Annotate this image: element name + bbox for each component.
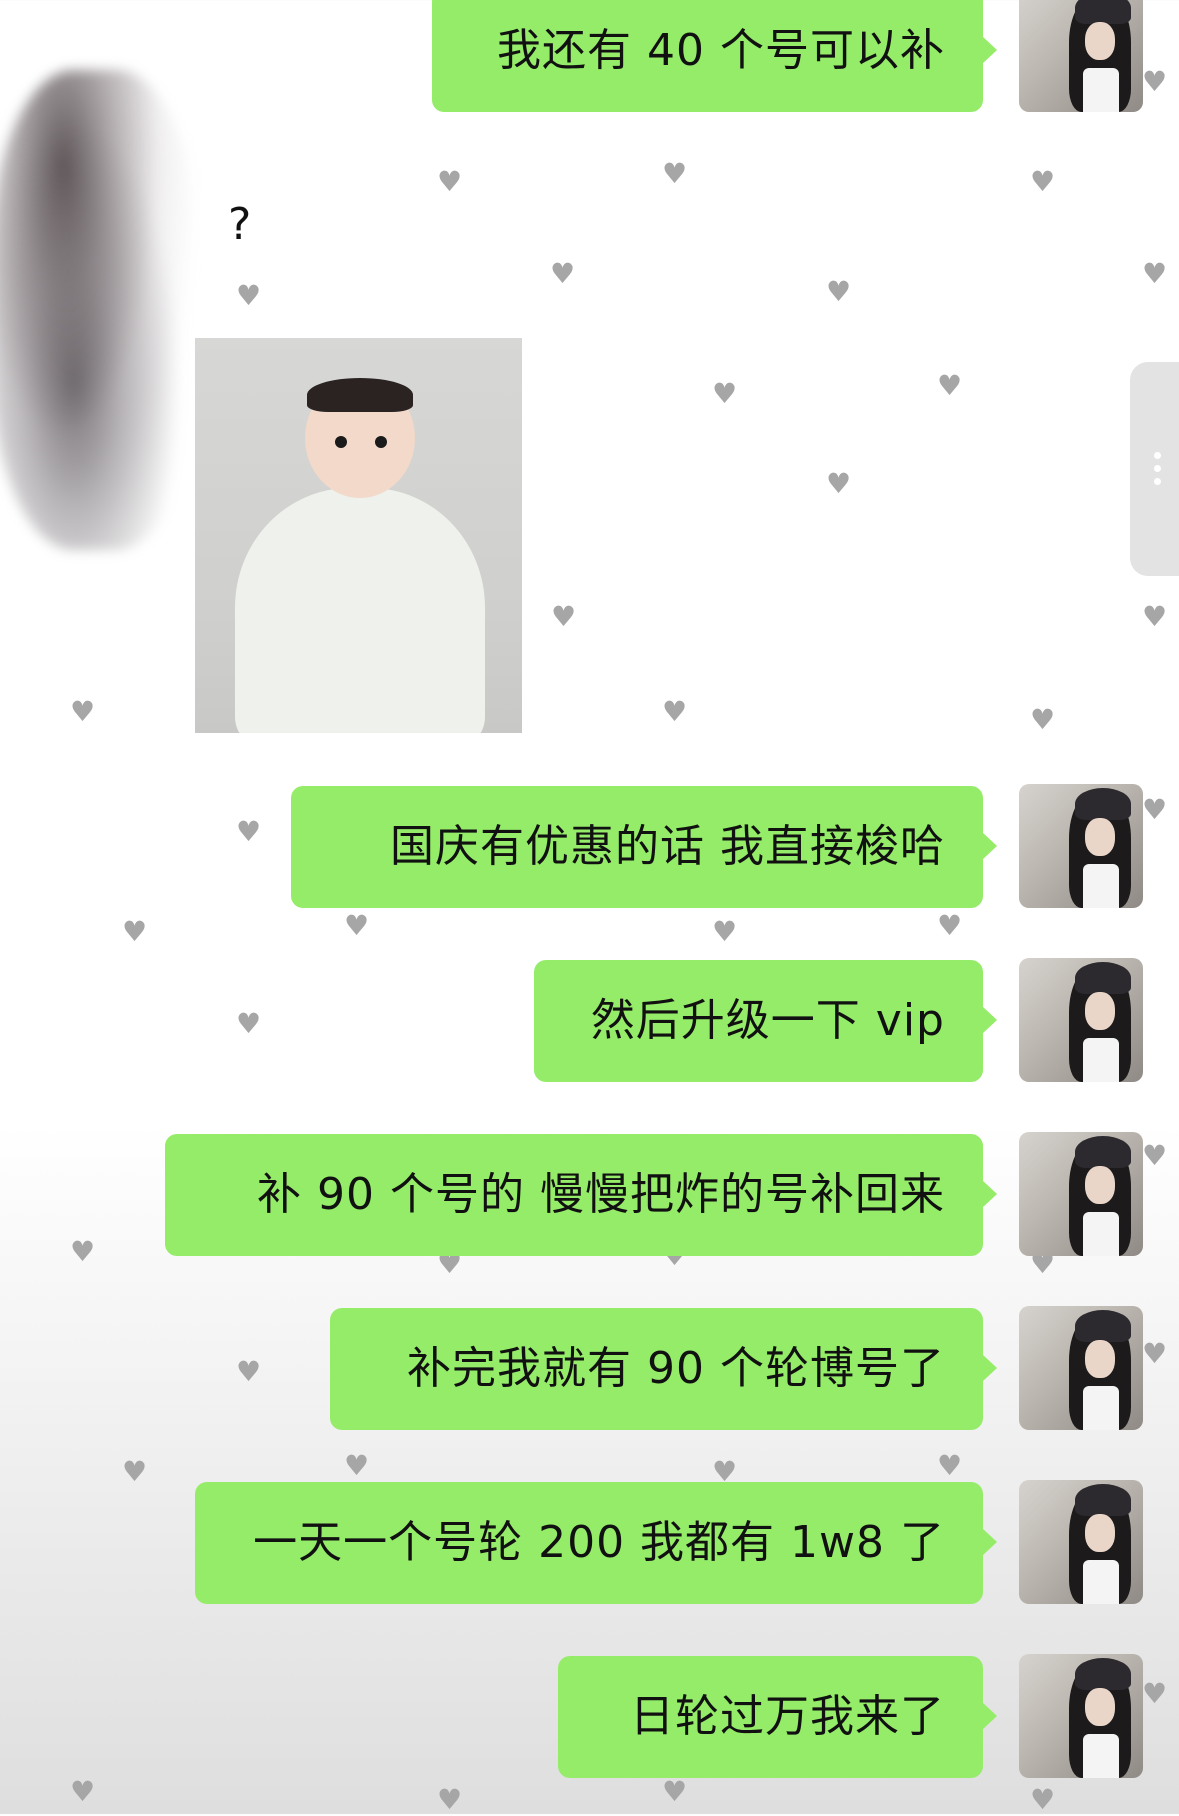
self-avatar[interactable]: [1019, 0, 1143, 112]
more-dots-icon: [1154, 465, 1161, 472]
avatar-face: [1085, 818, 1115, 856]
sticker-baby-body: [235, 488, 485, 733]
heart-icon: ♥: [1142, 600, 1168, 633]
incoming-message[interactable]: ?: [200, 190, 280, 260]
self-avatar[interactable]: [1019, 784, 1143, 908]
heart-icon: ♥: [1030, 165, 1056, 198]
outgoing-message-text: 国庆有优惠的话 我直接梭哈: [390, 821, 945, 872]
heart-icon: ♥: [662, 157, 688, 190]
avatar-clothing: [1083, 1560, 1119, 1604]
heart-icon: ♥: [236, 1355, 262, 1388]
heart-icon: ♥: [1142, 1139, 1168, 1172]
avatar-cap: [1075, 0, 1131, 24]
sticker-baby-eye: [375, 436, 387, 448]
heart-icon: ♥: [236, 279, 262, 312]
heart-icon: ♥: [662, 695, 688, 728]
heart-icon: ♥: [551, 600, 577, 633]
heart-icon: ♥: [122, 915, 148, 948]
more-dots-icon: [1154, 478, 1161, 485]
heart-icon: ♥: [937, 1449, 963, 1482]
outgoing-message[interactable]: 日轮过万我来了: [558, 1656, 997, 1778]
heart-icon: ♥: [236, 815, 262, 848]
heart-icon: ♥: [662, 1775, 688, 1808]
avatar-face: [1085, 992, 1115, 1030]
outgoing-message[interactable]: 然后升级一下 vip: [534, 960, 997, 1082]
heart-icon: ♥: [344, 909, 370, 942]
heart-icon: ♥: [122, 1455, 148, 1488]
self-avatar[interactable]: [1019, 1132, 1143, 1256]
sticker-baby-eye: [335, 436, 347, 448]
heart-icon: ♥: [437, 165, 463, 198]
incoming-message-text: ?: [228, 199, 252, 250]
outgoing-message-text: 补完我就有 90 个轮博号了: [407, 1343, 945, 1394]
heart-icon: ♥: [1142, 65, 1168, 98]
heart-icon: ♥: [712, 377, 738, 410]
self-avatar[interactable]: [1019, 1480, 1143, 1604]
avatar-face: [1085, 1166, 1115, 1204]
heart-icon: ♥: [70, 695, 96, 728]
avatar-clothing: [1083, 68, 1119, 112]
heart-icon: ♥: [1142, 793, 1168, 826]
heart-icon: ♥: [937, 369, 963, 402]
avatar-cap: [1075, 1136, 1131, 1168]
heart-icon: ♥: [1030, 703, 1056, 736]
avatar-cap: [1075, 1658, 1131, 1690]
outgoing-message-text: 日轮过万我来了: [630, 1691, 945, 1742]
avatar-face: [1085, 1514, 1115, 1552]
outgoing-message-text: 补 90 个号的 慢慢把炸的号补回来: [257, 1169, 945, 1220]
outgoing-message[interactable]: 补完我就有 90 个轮博号了: [330, 1308, 997, 1430]
self-avatar[interactable]: [1019, 1306, 1143, 1430]
avatar-cap: [1075, 1310, 1131, 1342]
heart-icon: ♥: [826, 275, 852, 308]
contact-avatar-blurred[interactable]: [0, 70, 200, 550]
heart-icon: ♥: [826, 467, 852, 500]
outgoing-message-text: 一天一个号轮 200 我都有 1w8 了: [253, 1517, 945, 1568]
avatar-clothing: [1083, 1734, 1119, 1778]
more-dots-icon: [1154, 452, 1161, 459]
heart-icon: ♥: [70, 1235, 96, 1268]
avatar-cap: [1075, 962, 1131, 994]
avatar-face: [1085, 22, 1115, 60]
avatar-face: [1085, 1340, 1115, 1378]
heart-icon: ♥: [1030, 1783, 1056, 1816]
self-avatar[interactable]: [1019, 958, 1143, 1082]
outgoing-message[interactable]: 国庆有优惠的话 我直接梭哈: [291, 786, 997, 908]
heart-icon: ♥: [712, 915, 738, 948]
outgoing-message[interactable]: 一天一个号轮 200 我都有 1w8 了: [195, 1482, 997, 1604]
heart-icon: ♥: [1142, 1337, 1168, 1370]
avatar-clothing: [1083, 1038, 1119, 1082]
heart-icon: ♥: [937, 909, 963, 942]
avatar-cap: [1075, 788, 1131, 820]
avatar-clothing: [1083, 1386, 1119, 1430]
self-avatar[interactable]: [1019, 1654, 1143, 1778]
avatar-cap: [1075, 1484, 1131, 1516]
heart-icon: ♥: [1142, 1677, 1168, 1710]
outgoing-message[interactable]: 补 90 个号的 慢慢把炸的号补回来: [165, 1134, 997, 1256]
incoming-sticker-image[interactable]: [195, 338, 522, 733]
outgoing-message-text: 然后升级一下 vip: [590, 995, 945, 1046]
sticker-baby-hair: [307, 378, 413, 412]
outgoing-message-text: 我还有 40 个号可以补: [497, 25, 945, 76]
heart-icon: ♥: [1142, 257, 1168, 290]
heart-icon: ♥: [236, 1007, 262, 1040]
outgoing-message[interactable]: 我还有 40 个号可以补: [432, 0, 997, 112]
chat-view: ♥ ♥ ♥ ♥ ♥ ♥ ♥ ♥ ♥ ♥ ♥ ♥ ♥ ♥ ♥ ♥ ♥ ♥ ♥ ♥ …: [0, 0, 1179, 1814]
avatar-face: [1085, 1688, 1115, 1726]
side-more-handle[interactable]: [1130, 362, 1179, 576]
heart-icon: ♥: [344, 1449, 370, 1482]
avatar-clothing: [1083, 1212, 1119, 1256]
heart-icon: ♥: [70, 1775, 96, 1808]
avatar-clothing: [1083, 864, 1119, 908]
heart-icon: ♥: [550, 257, 576, 290]
heart-icon: ♥: [437, 1783, 463, 1816]
